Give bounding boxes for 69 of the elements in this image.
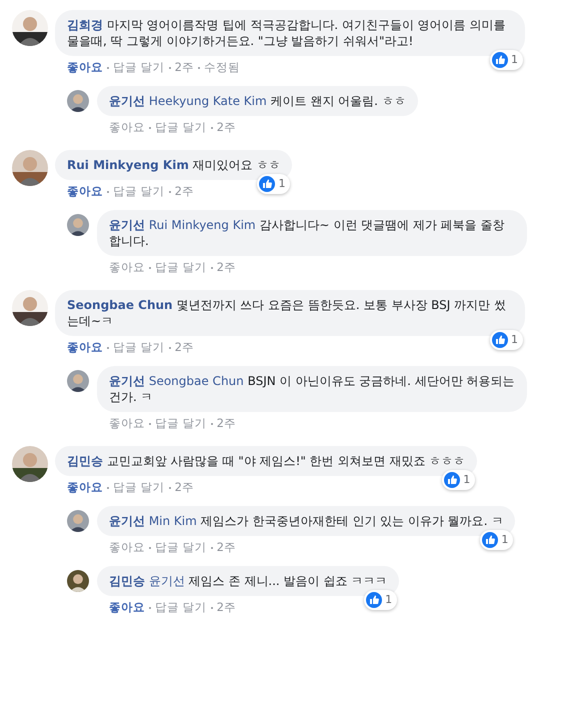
reply-link[interactable]: 답글 달기 — [155, 120, 207, 134]
comment-text: Rui Minkyeng Kim 재미있어요 ㅎㅎ — [67, 157, 280, 173]
reply-link[interactable]: 답글 달기 — [113, 480, 165, 494]
comment-text: 김희경 마지막 영어이름작명 팁에 적극공감합니다. 여기친구들이 영어이름 의미를 물을때, 딱 그렇게 이야기하거든요. "그냥 발음하기 쉬워서"라고! — [67, 17, 507, 49]
reply-link[interactable]: 답글 달기 — [113, 60, 165, 74]
like-link[interactable]: 좋아요 — [109, 260, 145, 274]
timestamp[interactable]: 2주 — [216, 120, 236, 134]
thumbs-up-icon — [492, 52, 508, 68]
thumbs-up-icon — [366, 592, 382, 608]
timestamp[interactable]: 2주 — [174, 184, 194, 198]
mention-link[interactable]: Rui Minkyeng Kim — [148, 218, 256, 232]
timestamp[interactable]: 2주 — [216, 260, 236, 274]
author-name[interactable]: Seongbae Chun — [67, 298, 173, 312]
reaction-badge[interactable]: 1 — [490, 50, 523, 70]
comment-text: 김민승 교민교회앞 사람많을 때 "야 제임스!" 한번 외쳐보면 재밌죠 ㅎㅎㅎ — [67, 453, 466, 469]
reply-text: 윤기선 Heekyung Kate Kim 케이트 왠지 어울림. ㅎㅎ — [109, 93, 406, 109]
mention-link[interactable]: Min Kim — [148, 514, 197, 528]
reply-text: 김민승 윤기선 제임스 존 제니... 발음이 쉽죠 ㅋㅋㅋ — [109, 573, 388, 589]
author-name[interactable]: 윤기선 — [109, 218, 145, 232]
reply-link[interactable]: 답글 달기 — [155, 416, 207, 430]
reaction-badge[interactable]: 1 — [364, 590, 398, 610]
reply-text: 윤기선 Rui Minkyeng Kim 감사합니다~ 이런 댓글땜에 제가 페북을 줄창합니다. — [109, 217, 506, 249]
thumbs-up-icon — [482, 532, 498, 548]
like-link[interactable]: 좋아요 — [109, 416, 145, 430]
reply-link[interactable]: 답글 달기 — [113, 184, 165, 198]
author-name[interactable]: Rui Minkyeng Kim — [67, 158, 189, 172]
mention-link[interactable]: Heekyung Kate Kim — [148, 94, 267, 108]
edited-label[interactable]: 수정됨 — [204, 60, 240, 74]
reaction-count: 1 — [511, 52, 518, 68]
like-link[interactable]: 좋아요 — [109, 540, 145, 554]
reaction-count: 1 — [463, 472, 470, 488]
author-name[interactable]: 김민승 — [67, 454, 103, 468]
author-name[interactable]: 김희경 — [67, 18, 103, 32]
reaction-count: 1 — [278, 176, 286, 192]
reaction-badge[interactable]: 1 — [442, 470, 476, 490]
reaction-badge[interactable]: 1 — [257, 174, 290, 194]
reply-link[interactable]: 답글 달기 — [155, 260, 207, 274]
reaction-badge[interactable]: 1 — [480, 530, 514, 550]
mention-link[interactable]: Seongbae Chun — [148, 374, 244, 388]
timestamp[interactable]: 2주 — [174, 480, 194, 494]
comment-text: Seongbae Chun 몇년전까지 쓰다 요즘은 뜸한듯요. 보통 부사장 BSJ 까지만 썼는데~ㅋ — [67, 297, 507, 329]
like-link[interactable]: 좋아요 — [109, 600, 145, 614]
like-link[interactable]: 좋아요 — [67, 60, 103, 74]
thumbs-up-icon — [444, 472, 460, 488]
timestamp[interactable]: 2주 — [216, 600, 236, 614]
author-name[interactable]: 윤기선 — [109, 94, 145, 108]
like-link[interactable]: 좋아요 — [67, 184, 103, 198]
reaction-count: 1 — [511, 332, 518, 348]
author-name[interactable]: 윤기선 — [109, 374, 145, 388]
reply-link[interactable]: 답글 달기 — [155, 540, 207, 554]
like-link[interactable]: 좋아요 — [109, 120, 145, 134]
like-link[interactable]: 좋아요 — [67, 340, 103, 354]
reply-text: 윤기선 Min Kim 제임스가 한국중년아재한테 인기 있는 이유가 뭘까요. ㅋ — [109, 513, 504, 529]
reply-link[interactable]: 답글 달기 — [155, 600, 207, 614]
timestamp[interactable]: 2주 — [216, 416, 236, 430]
reply-text: 윤기선 Seongbae Chun BSJN 이 아닌이유도 궁금하네. 세단어만 허용되는건가. ㅋ — [109, 373, 515, 405]
thumbs-up-icon — [492, 332, 508, 348]
reply-link[interactable]: 답글 달기 — [113, 340, 165, 354]
reaction-badge[interactable]: 1 — [490, 330, 523, 350]
reaction-count: 1 — [385, 592, 392, 608]
author-name[interactable]: 윤기선 — [109, 514, 145, 528]
timestamp[interactable]: 2주 — [174, 60, 194, 74]
like-link[interactable]: 좋아요 — [67, 480, 103, 494]
author-name[interactable]: 김민승 — [109, 574, 145, 588]
mention-link[interactable]: 윤기선 — [148, 574, 185, 588]
timestamp[interactable]: 2주 — [216, 540, 236, 554]
thumbs-up-icon — [259, 176, 276, 192]
reaction-count: 1 — [501, 532, 508, 548]
timestamp[interactable]: 2주 — [174, 340, 194, 354]
